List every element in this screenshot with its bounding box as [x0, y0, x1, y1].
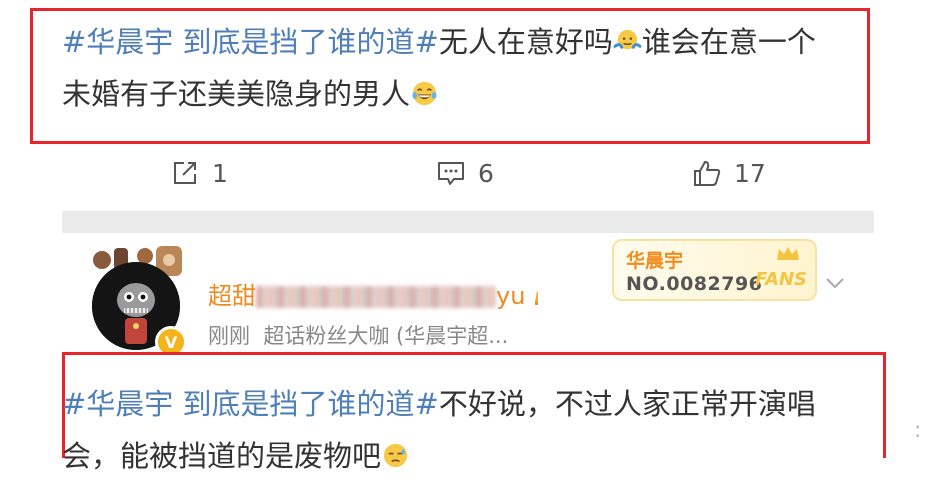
post-time: 刚刚: [208, 324, 250, 348]
post-text: #华晨宇 到底是挡了谁的道#无人在意好吗 谁会在意一个未婚有子还美美隐身的男人: [62, 16, 822, 120]
fans-badge-number: NO.0082796: [626, 273, 763, 295]
edge-artifact: :: [914, 418, 922, 443]
repost-icon: [174, 162, 196, 184]
repost-count: 1: [212, 158, 228, 188]
username-redacted: [256, 286, 496, 308]
comment-text: #华晨宇 到底是挡了谁的道#不好说，不过人家正常开演唱会，能被挡道的是废物吧: [62, 378, 822, 482]
post-text-part: 无人在意好吗: [438, 25, 613, 59]
username-start: 超甜: [208, 282, 256, 310]
crown-icon: [777, 247, 799, 260]
fans-mark: FANS: [755, 269, 807, 290]
fans-badge-name: 华晨宇: [626, 250, 684, 272]
comment-meta: 刚刚 超话粉丝大咖 (华晨宇超...: [208, 320, 508, 350]
fans-badge[interactable]: 华晨宇 NO.0082796 FANS: [612, 239, 817, 301]
sweat-face-emoji-icon: [383, 443, 408, 468]
thumbs-up-icon: [694, 161, 721, 186]
crown-badge-icon: [535, 291, 538, 305]
topic-link[interactable]: #华晨宇 到底是挡了谁的道#: [62, 25, 439, 59]
like-count: 17: [734, 158, 766, 188]
chevron-down-icon[interactable]: [822, 270, 848, 296]
shrug-emoji-icon: [613, 29, 642, 50]
laughing-tears-emoji-icon: [412, 81, 437, 106]
repost-button[interactable]: 1: [170, 156, 228, 190]
topic-link[interactable]: #华晨宇 到底是挡了谁的道#: [62, 387, 439, 421]
user-subtitle: 超话粉丝大咖 (华晨宇超...: [263, 324, 509, 348]
comment-icon: [438, 162, 464, 185]
like-button[interactable]: 17: [692, 156, 766, 190]
comment-count: 6: [478, 158, 494, 188]
username[interactable]: 超甜 yu: [208, 276, 538, 311]
comment-button[interactable]: 6: [436, 156, 494, 190]
username-end: yu: [496, 282, 526, 310]
section-divider: [62, 211, 874, 233]
